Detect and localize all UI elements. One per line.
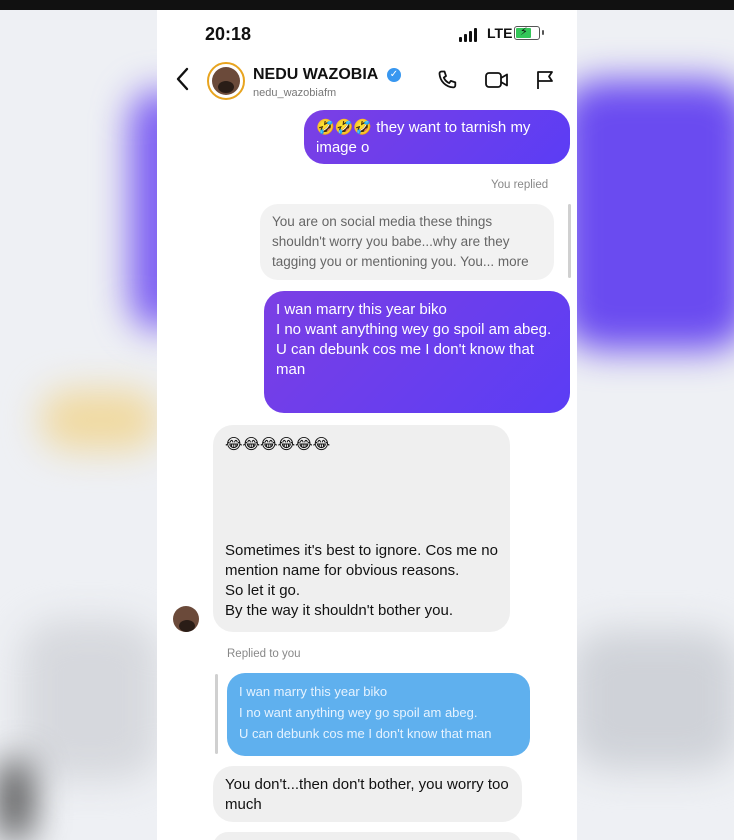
verified-badge-icon: ✓ bbox=[387, 68, 401, 82]
contact-name[interactable]: NEDU WAZOBIA bbox=[253, 66, 378, 84]
contact-handle: nedu_wazobiafm bbox=[253, 87, 337, 99]
background-blur bbox=[20, 620, 160, 780]
emoji-text: 😂😂😂😂😂😂 bbox=[225, 436, 331, 453]
background-blur bbox=[40, 390, 160, 450]
signal-icon bbox=[459, 28, 477, 42]
message-line: Sometimes it's best to ignore. Cos me no… bbox=[225, 542, 498, 579]
back-chevron-icon[interactable] bbox=[175, 66, 191, 99]
background-blur bbox=[570, 630, 734, 770]
quoted-message[interactable]: I wan marry this year biko I no want any… bbox=[227, 673, 530, 756]
message-line: By the way it shouldn't bother you. bbox=[225, 602, 453, 619]
you-replied-label: You replied bbox=[491, 179, 549, 191]
flag-icon[interactable] bbox=[531, 66, 559, 94]
sender-avatar[interactable] bbox=[173, 606, 199, 632]
emoji-text: 🤣🤣🤣 bbox=[316, 119, 373, 136]
reply-bar bbox=[568, 204, 571, 278]
status-bar: 20:18 LTE ⚡ bbox=[157, 10, 577, 54]
quoted-line: I no want anything wey go spoil am abeg. bbox=[239, 705, 478, 720]
chat-header: NEDU WAZOBIA ✓ nedu_wazobiafm bbox=[157, 54, 577, 112]
message-line: So let it go. bbox=[225, 582, 301, 599]
network-label: LTE bbox=[487, 25, 513, 41]
background-blur bbox=[0, 760, 30, 840]
top-black-bar bbox=[0, 0, 734, 10]
replied-to-you-label: Replied to you bbox=[227, 648, 301, 660]
outgoing-message[interactable]: 🤣🤣🤣 they want to tarnish my image o bbox=[304, 110, 570, 164]
incoming-message-partial[interactable] bbox=[213, 832, 522, 840]
background-blur bbox=[560, 80, 734, 350]
battery-icon: ⚡ bbox=[514, 26, 540, 40]
quoted-line: U can debunk cos me I don't know that ma… bbox=[239, 726, 492, 741]
status-time: 20:18 bbox=[205, 24, 252, 44]
message-line: U can debunk cos me I don't know that ma… bbox=[276, 341, 535, 378]
battery-tip bbox=[542, 30, 544, 35]
outgoing-message[interactable]: I wan marry this year biko I no want any… bbox=[264, 291, 570, 413]
quoted-line: I wan marry this year biko bbox=[239, 684, 388, 699]
media-placeholder bbox=[225, 455, 498, 541]
avatar[interactable] bbox=[207, 62, 245, 100]
reply-bar bbox=[215, 674, 218, 754]
incoming-message[interactable]: 😂😂😂😂😂😂 Sometimes it's best to ignore. Co… bbox=[213, 425, 510, 632]
phone-screen: 20:18 LTE ⚡ NEDU WAZOBIA ✓ nedu_wazobiaf… bbox=[157, 10, 577, 840]
message-line: I wan marry this year biko bbox=[276, 301, 447, 318]
phone-icon[interactable] bbox=[433, 66, 461, 94]
quoted-message[interactable]: You are on social media these things sho… bbox=[260, 204, 554, 280]
incoming-message[interactable]: You don't...then don't bother, you worry… bbox=[213, 766, 522, 822]
message-line: I no want anything wey go spoil am abeg. bbox=[276, 321, 552, 338]
video-icon[interactable] bbox=[483, 66, 511, 94]
